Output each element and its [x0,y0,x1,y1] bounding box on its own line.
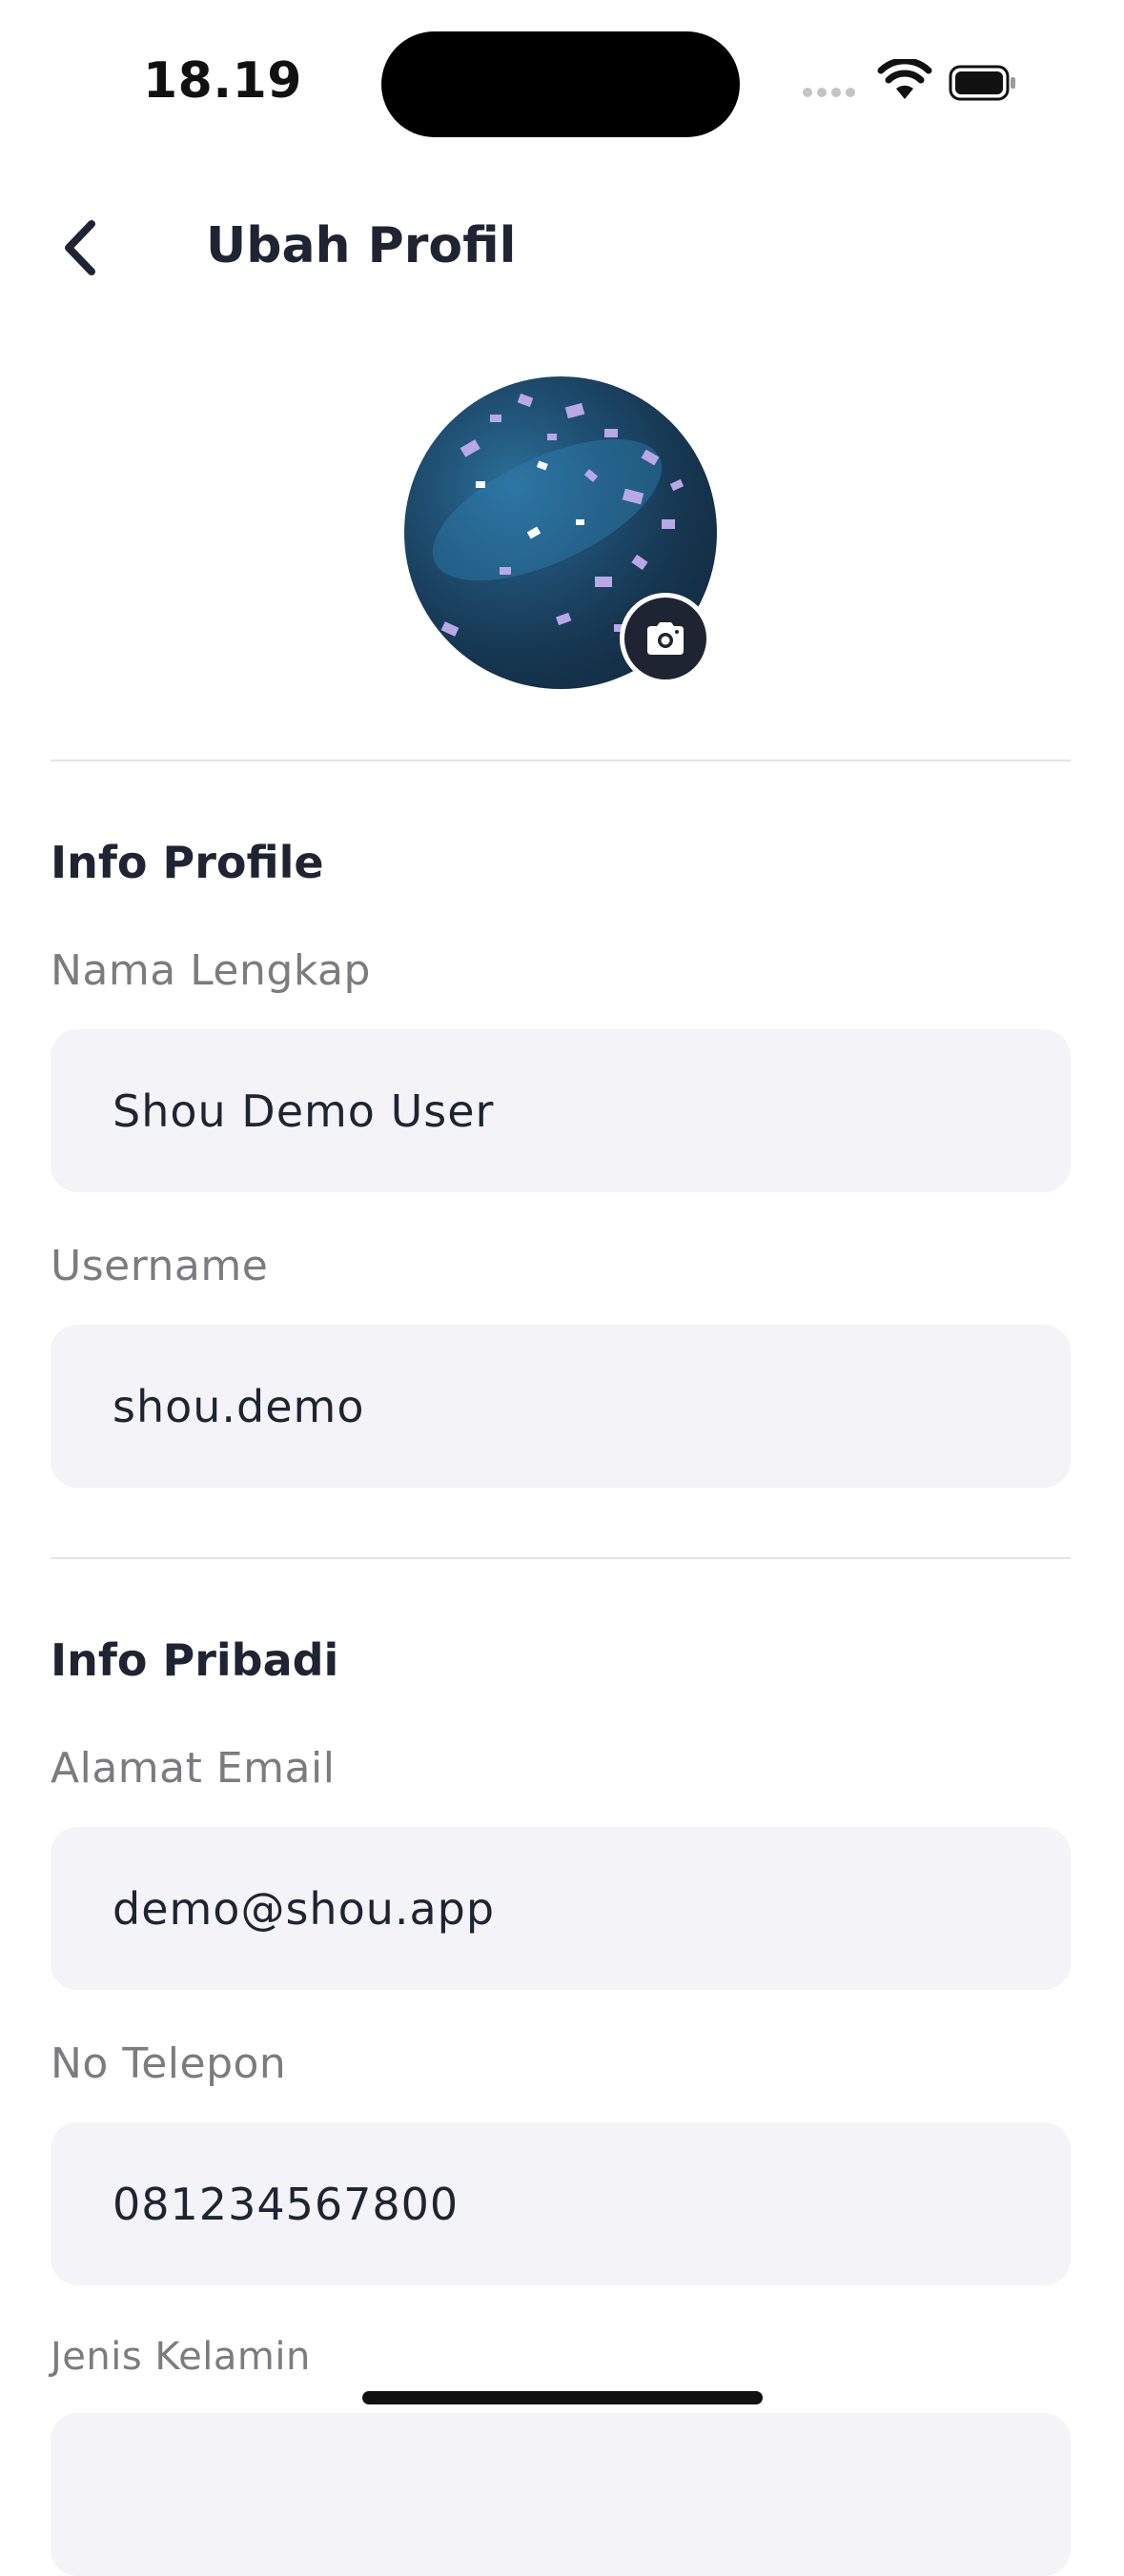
camera-icon [647,622,684,655]
page-title: Ubah Profil [206,217,517,274]
phone-field[interactable]: 081234567800 [51,2122,1071,2285]
gender-field[interactable] [51,2413,1071,2576]
email-value: demo@shou.app [112,1882,496,1935]
full-name-value: Shou Demo User [112,1085,495,1137]
username-label: Username [51,1242,269,1290]
section-title-personal: Info Pribadi [51,1634,339,1686]
phone-label: No Telepon [51,2039,287,2088]
email-field[interactable]: demo@shou.app [51,1827,1071,1990]
back-button[interactable] [57,214,103,281]
signal-icon [803,88,855,97]
wifi-icon [877,57,932,105]
battery-icon [949,65,1015,101]
home-indicator[interactable] [362,2391,763,2404]
email-label: Alamat Email [51,1744,336,1793]
divider [51,1557,1071,1559]
username-value: shou.demo [112,1380,365,1432]
phone-value: 081234567800 [112,2178,460,2230]
dynamic-island [381,31,740,137]
full-name-label: Nama Lengkap [51,946,371,995]
gender-label: Jenis Kelamin [51,2335,311,2379]
status-time: 18.19 [143,52,302,110]
change-photo-button[interactable] [620,593,711,684]
back-arrow-icon [65,220,95,275]
username-field[interactable]: shou.demo [51,1325,1071,1488]
full-name-field[interactable]: Shou Demo User [51,1029,1071,1192]
divider [51,760,1071,761]
section-title-profile: Info Profile [51,837,324,888]
